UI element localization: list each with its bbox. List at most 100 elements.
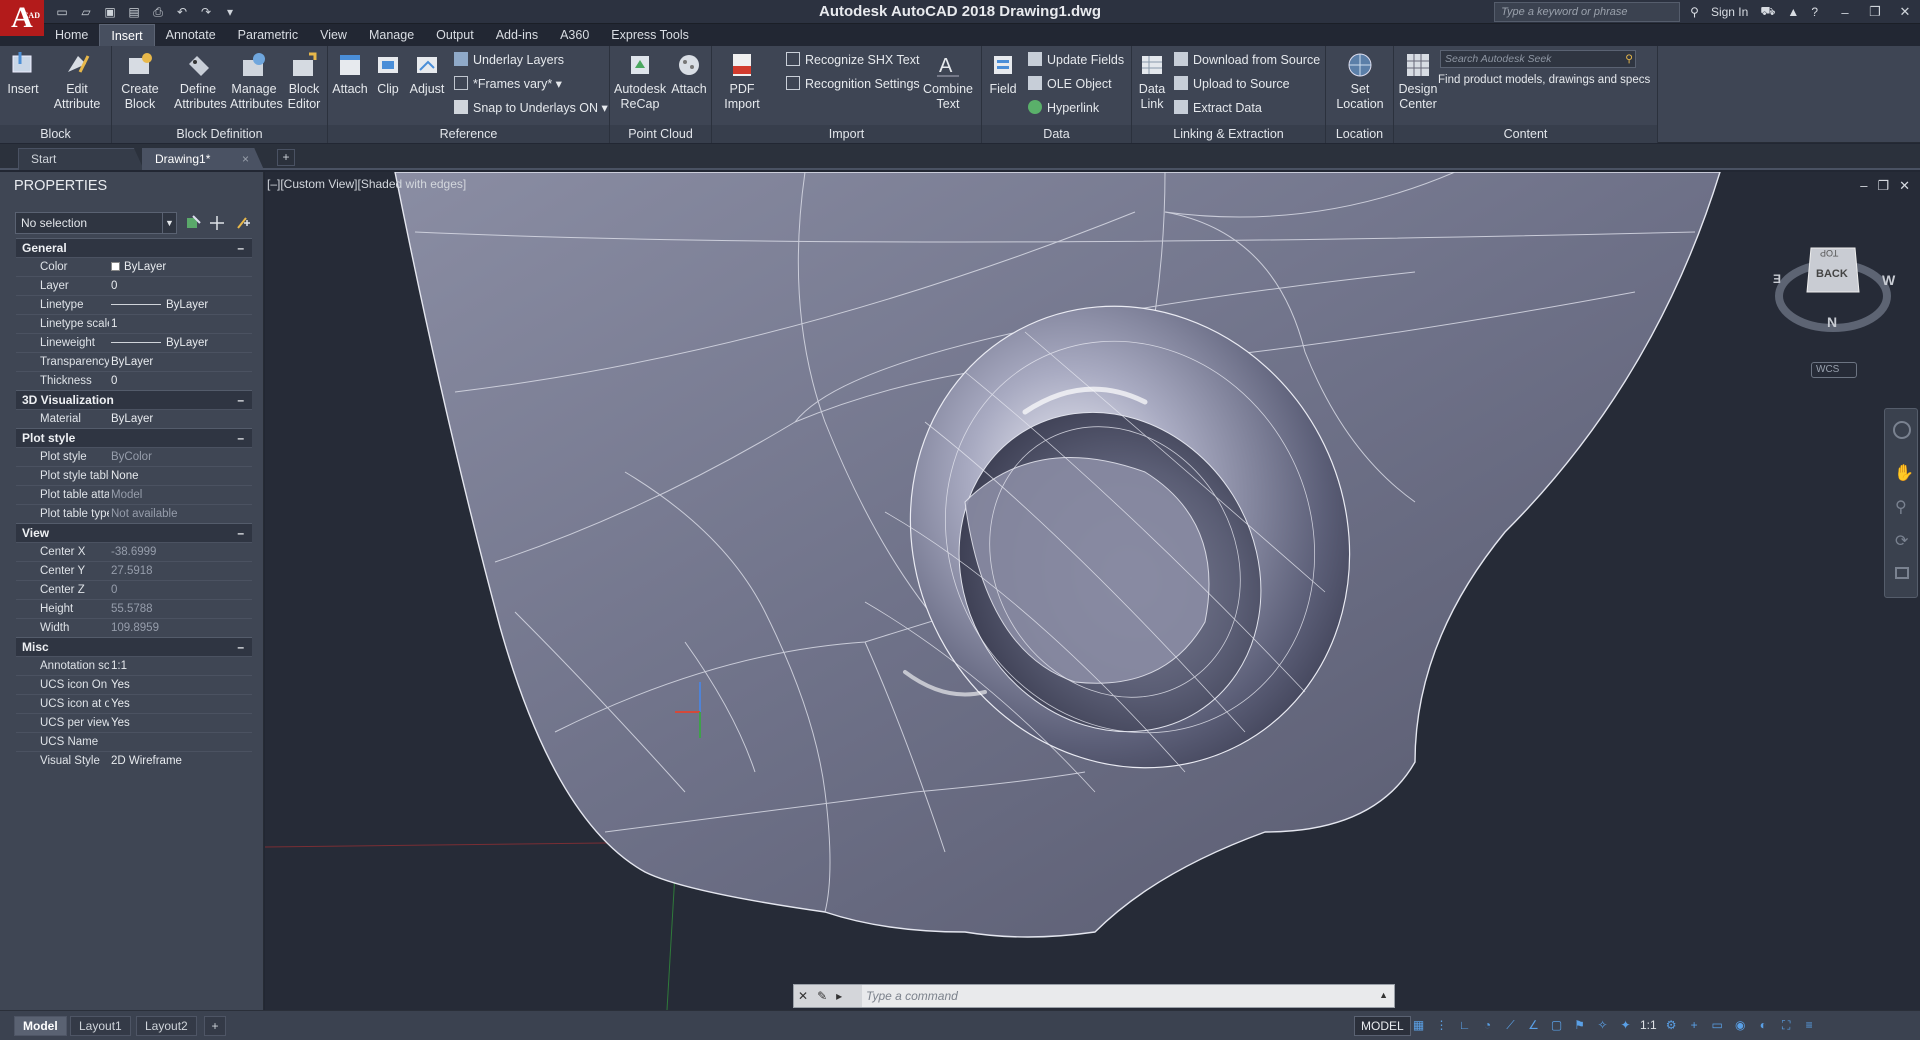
osnap-tracking-icon[interactable]: ∠ [1525,1016,1542,1034]
collapse-icon[interactable]: – [237,429,244,448]
panel-content-label[interactable]: Content [1394,125,1657,143]
panel-data-label[interactable]: Data [982,125,1131,143]
property-value[interactable]: 0 [109,277,252,295]
edit-attribute-button[interactable]: Edit Attribute [52,50,102,112]
wcs-menu[interactable]: WCS [1811,362,1857,378]
layout-tab-model[interactable]: Model [14,1016,67,1036]
tab-manage[interactable]: Manage [358,24,425,46]
property-value[interactable]: Model [109,486,252,504]
annotation-visibility-icon[interactable]: ⚑ [1571,1016,1588,1034]
tab-home[interactable]: Home [44,24,99,46]
quick-properties-icon[interactable]: ◉ [1732,1016,1749,1034]
grid-icon[interactable]: ▦ [1410,1016,1427,1034]
viewport-close-icon[interactable]: ✕ [1899,178,1910,194]
pan-icon[interactable]: ✋ [1894,463,1914,483]
panel-block-definition-label[interactable]: Block Definition [112,125,327,143]
attach-reference-button[interactable]: Attach [332,50,368,97]
property-value[interactable]: Yes [109,695,252,713]
recognition-settings-button[interactable]: Recognition Settings [786,74,920,94]
zoom-icon[interactable]: ⚲ [1895,497,1907,517]
property-row[interactable]: Color ByLayer [16,257,252,276]
a360-icon[interactable]: ▲ [1787,5,1799,19]
binoculars-icon[interactable]: ⚲ [1690,5,1699,19]
new-tab-button[interactable]: + [277,149,295,166]
tab-insert[interactable]: Insert [99,24,155,46]
property-row[interactable]: Layer 0 [16,276,252,295]
customize-icon[interactable]: ✎ [817,989,827,1003]
field-button[interactable]: Field [986,50,1020,97]
clip-button[interactable]: Clip [372,50,404,97]
new-icon[interactable]: ▭ [52,2,72,22]
attach-point-cloud-button[interactable]: Attach [670,50,708,97]
undo-icon[interactable]: ↶ [172,2,192,22]
seek-search-icon[interactable]: ⚲ [1625,51,1633,67]
combine-text-button[interactable]: A Combine Text [922,50,974,112]
3d-model-view[interactable] [265,172,1920,1010]
property-row[interactable]: Thickness 0 [16,371,252,390]
showmotion-icon[interactable] [1895,567,1909,579]
units-icon[interactable]: ▭ [1709,1016,1726,1034]
layout-tab-layout2[interactable]: Layout2 [136,1016,197,1036]
property-row[interactable]: Visual Style 2D Wireframe [16,751,252,770]
property-value[interactable]: 0 [109,372,252,390]
cart-icon[interactable]: ⛟ [1760,4,1775,20]
open-icon[interactable]: ▱ [76,2,96,22]
panel-reference-label[interactable]: Reference [328,125,609,143]
hyperlink-button[interactable]: Hyperlink [1028,98,1099,118]
create-block-button[interactable]: Create Block [118,50,162,112]
property-section-header[interactable]: Plot style – [16,428,252,447]
design-center-button[interactable]: Design Center [1396,50,1440,112]
property-row[interactable]: Center Z 0 [16,580,252,599]
property-row[interactable]: Plot style ByColor [16,447,252,466]
tab-drawing1[interactable]: Drawing1* × [142,148,264,170]
property-row[interactable]: UCS Name [16,732,252,751]
seek-search-input[interactable]: Search Autodesk Seek ⚲ [1440,50,1636,68]
property-value[interactable]: ByLayer [109,296,252,314]
annotation-scale-value[interactable]: 1:1 [1640,1016,1657,1036]
property-value[interactable]: Not available [109,505,252,523]
minimize-icon[interactable]: – [1830,5,1860,20]
close-icon[interactable]: ✕ [1890,4,1920,20]
drawing-viewport[interactable]: [–][Custom View][Shaded with edges] – ❐ … [265,172,1920,1010]
property-row[interactable]: Center Y 27.5918 [16,561,252,580]
layout-tab-layout1[interactable]: Layout1 [70,1016,131,1036]
auto-scale-icon[interactable]: ✧ [1594,1016,1611,1034]
help-icon[interactable]: ? [1811,5,1818,19]
customization-icon[interactable]: ≡ [1801,1016,1818,1034]
viewport-minimize-icon[interactable]: – [1860,178,1867,194]
recognize-shx-button[interactable]: Recognize SHX Text [786,50,919,70]
quick-select-icon[interactable] [234,214,252,232]
polar-icon[interactable]: ◔ [1479,1016,1496,1034]
download-from-source-button[interactable]: Download from Source [1174,50,1320,70]
property-section-header[interactable]: View – [16,523,252,542]
tab-view[interactable]: View [309,24,358,46]
select-objects-icon[interactable] [208,214,226,232]
underlay-layers-button[interactable]: Underlay Layers [454,50,564,70]
property-row[interactable]: Plot style table None [16,466,252,485]
property-row[interactable]: Lineweight ByLayer [16,333,252,352]
property-row[interactable]: Transparency ByLayer [16,352,252,371]
property-value[interactable]: 1:1 [109,657,252,675]
property-section-header[interactable]: 3D Visualization – [16,390,252,409]
model-space-button[interactable]: MODEL [1354,1016,1411,1036]
panel-block-label[interactable]: Block [0,125,111,143]
panel-linking-label[interactable]: Linking & Extraction [1132,125,1325,143]
frames-vary-dropdown[interactable]: *Frames vary* ▾ [454,74,562,94]
property-row[interactable]: Linetype ByLayer [16,295,252,314]
property-value[interactable]: ByLayer [109,410,252,428]
sign-in-button[interactable]: Sign In [1711,5,1748,19]
pdf-import-button[interactable]: PDF Import [720,50,764,112]
property-section-header[interactable]: Misc – [16,637,252,656]
property-value[interactable]: 27.5918 [109,562,252,580]
property-row[interactable]: UCS icon On Yes [16,675,252,694]
orbit-icon[interactable]: ⟳ [1895,531,1908,551]
viewcube-face-label[interactable]: BACK [1816,268,1848,280]
osnap-icon[interactable]: ▢ [1548,1016,1565,1034]
new-layout-button[interactable]: + [204,1016,226,1036]
property-value[interactable]: ByLayer [109,258,252,276]
workspace-gear-icon[interactable]: ⚙ [1663,1016,1680,1034]
panel-import-label[interactable]: Import [712,125,981,143]
property-value[interactable] [109,733,252,751]
property-value[interactable]: None [109,467,252,485]
property-value[interactable]: 2D Wireframe [109,752,252,770]
